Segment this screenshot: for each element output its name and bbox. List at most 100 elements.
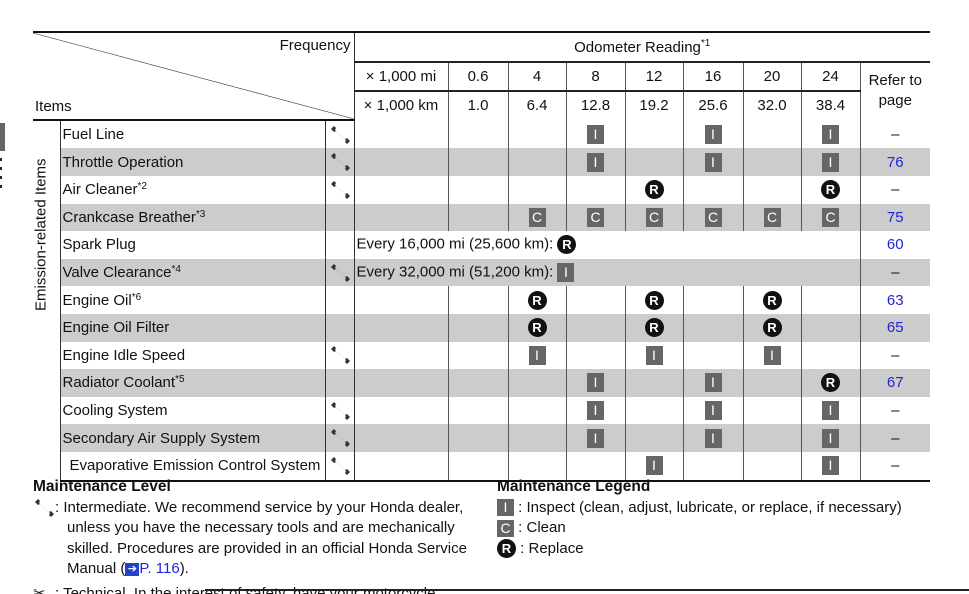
- inspect-mark-icon: I: [704, 401, 722, 421]
- schedule-cell: R: [625, 313, 684, 342]
- inspect-mark-icon: I: [822, 428, 839, 448]
- wrench-icon: [329, 180, 351, 200]
- schedule-cell: [566, 313, 626, 342]
- table-row: Spark Plug Every 16,000 mi (25,600 km): R…: [33, 231, 930, 259]
- schedule-cell: [801, 341, 861, 370]
- maintenance-level-cell: [325, 148, 355, 176]
- mile-col: 12: [625, 60, 684, 92]
- intermediate-line-2: unless you have the necessary tools and …: [67, 519, 455, 536]
- schedule-cell: I: [683, 424, 744, 452]
- table-row: Valve Clearance*4 Every 32,000 mi (51,200…: [33, 258, 930, 287]
- schedule-cell: [683, 341, 744, 370]
- schedule-cell: [508, 396, 567, 425]
- page-ref: –: [860, 258, 930, 287]
- item-name: Engine Oil Filter: [60, 313, 326, 342]
- schedule-cell: [683, 286, 744, 314]
- km-col: 6.4: [508, 90, 567, 120]
- page-link[interactable]: 65: [860, 313, 930, 342]
- schedule-cell: [508, 369, 567, 397]
- clean-mark-icon: C: [587, 207, 604, 227]
- page-ref: –: [891, 402, 900, 420]
- footnote-ref: *6: [131, 291, 142, 303]
- maintenance-level-title: Maintenance Level: [33, 478, 171, 495]
- refer-to-page-header: Refer to page: [860, 60, 930, 120]
- km-col: 1.0: [448, 90, 509, 120]
- schedule-cell: C: [683, 203, 744, 232]
- maintenance-level-cell: [325, 286, 355, 314]
- page-link[interactable]: 67: [860, 369, 930, 397]
- maintenance-level-cell: [325, 119, 355, 149]
- unit-spacer: [353, 119, 449, 149]
- inspect-mark-icon: I: [704, 124, 722, 144]
- clean-mark-icon: C: [704, 207, 722, 227]
- maintenance-level-cell: [325, 175, 355, 204]
- mile-col: 24: [801, 60, 861, 92]
- schedule-cell: [625, 119, 684, 149]
- items-label: Items: [35, 97, 72, 115]
- maintenance-level-cell: [325, 231, 355, 259]
- schedule-cell: I: [625, 341, 684, 370]
- refer-line-1: Refer to: [868, 72, 922, 90]
- schedule-cell: [743, 424, 802, 452]
- schedule-cell: R: [801, 369, 861, 397]
- schedule-cell: C: [508, 203, 567, 232]
- section-tab[interactable]: [0, 123, 5, 151]
- inspect-mark-icon: I: [645, 345, 663, 365]
- page-link[interactable]: 76: [860, 148, 930, 176]
- schedule-cell: I: [566, 369, 626, 397]
- page-link[interactable]: 60: [860, 231, 930, 259]
- item-label: Secondary Air Supply System: [62, 429, 261, 447]
- item-label: Cooling System: [62, 402, 168, 420]
- item-name: Secondary Air Supply System: [60, 424, 326, 452]
- schedule-cell: [566, 286, 626, 314]
- mile-col: 0.6: [448, 60, 509, 92]
- unit-spacer: [353, 286, 449, 314]
- wrench-icon: [329, 456, 351, 476]
- schedule-cell: [448, 341, 509, 370]
- clean-mark-icon: C: [763, 207, 781, 227]
- inspect-mark-icon: I: [587, 401, 604, 421]
- mile-col: 4: [508, 60, 567, 92]
- schedule-cell: [508, 148, 567, 176]
- schedule-cell: I: [508, 341, 567, 370]
- replace-mark-icon: R: [644, 318, 664, 338]
- schedule-cell: C: [625, 203, 684, 232]
- table-row: Engine Oil Filter R R R 65: [33, 313, 930, 342]
- page-link[interactable]: 75: [860, 203, 930, 232]
- table-row: Engine Oil*6 R R R 63: [33, 286, 930, 314]
- maintenance-schedule-table: Frequency Items Odometer Reading*1 × 1,0…: [33, 31, 930, 482]
- inspect-mark-icon: I: [822, 401, 839, 421]
- legend-replace: R : Replace: [497, 539, 967, 560]
- replace-mark-icon: R: [644, 180, 664, 200]
- unit-spacer: [353, 396, 449, 425]
- item-label: Fuel Line: [62, 126, 125, 144]
- intermediate-line-3: skilled. Procedures are provided in an o…: [67, 539, 467, 557]
- schedule-cell: [743, 119, 802, 149]
- schedule-cell: R: [508, 286, 567, 314]
- inspect-mark-icon: I: [704, 373, 722, 393]
- page-ref: –: [891, 181, 900, 199]
- inspect-mark-icon: I: [704, 152, 722, 172]
- legend-clean-text: : Clean: [518, 519, 566, 536]
- wrench-icon: [329, 263, 351, 283]
- inspect-mark-icon: I: [497, 499, 514, 517]
- odometer-label: Odometer Reading: [574, 38, 701, 56]
- item-label: Valve Clearance: [62, 264, 172, 282]
- page-116-link[interactable]: P. 116: [139, 560, 179, 577]
- inspect-mark-icon: I: [763, 345, 781, 365]
- schedule-cell: [743, 148, 802, 176]
- unit-spacer: [353, 313, 449, 342]
- clean-mark-icon: C: [822, 207, 839, 227]
- item-name: Valve Clearance*4: [60, 258, 326, 287]
- item-name: Spark Plug: [60, 231, 326, 259]
- header-corner: Frequency Items: [33, 31, 355, 121]
- item-label: Engine Idle Speed: [62, 346, 186, 364]
- inspect-mark-icon: I: [587, 373, 604, 393]
- legend-inspect-text: : Inspect (clean, adjust, lubricate, or …: [518, 498, 902, 516]
- page-link[interactable]: 63: [860, 286, 930, 314]
- inspect-mark-icon: I: [704, 428, 722, 448]
- table-row: Air Cleaner*2 R R –: [33, 175, 930, 204]
- interval-text: Every 16,000 mi (25,600 km):: [356, 235, 554, 253]
- schedule-cell: R: [625, 286, 684, 314]
- odometer-header: Odometer Reading*1: [353, 31, 930, 62]
